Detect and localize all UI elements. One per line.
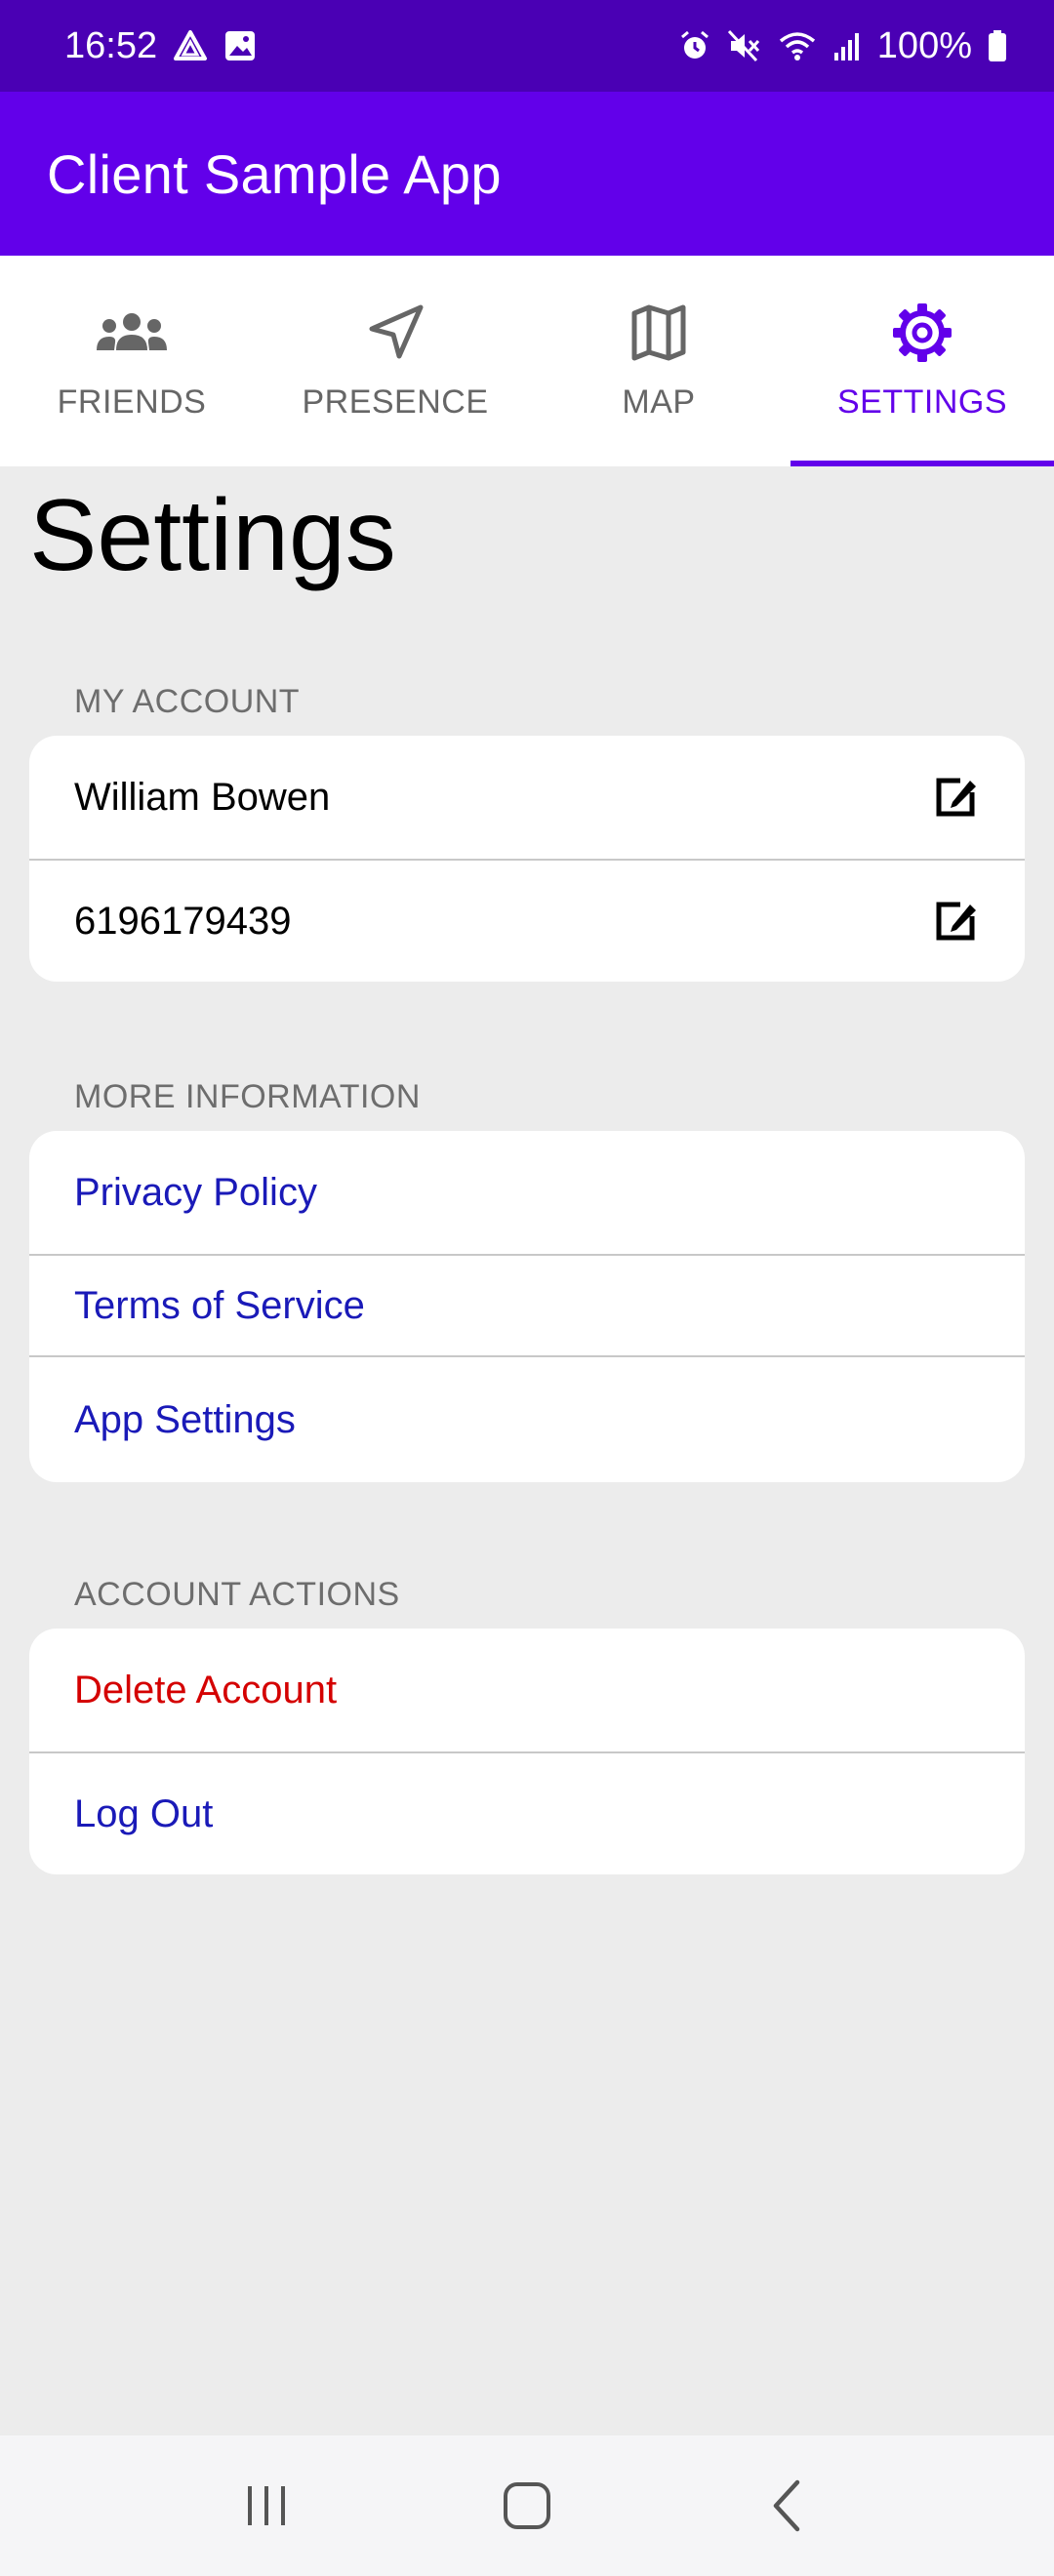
wifi-icon [778,29,817,62]
account-phone: 6196179439 [74,899,292,943]
status-right: 100% [678,25,1007,67]
tab-settings[interactable]: SETTINGS [790,256,1054,466]
page-title: Settings [29,479,396,592]
section-header-more-information: MORE INFORMATION [74,1078,421,1115]
account-phone-row[interactable]: 6196179439 [29,861,1025,982]
tab-label: SETTINGS [836,382,1008,421]
tab-presence[interactable]: PRESENCE [264,256,527,466]
alarm-icon [678,29,711,62]
mute-icon [727,29,762,62]
navigation-icon [366,302,425,364]
signal-icon [832,29,862,62]
app-settings-link[interactable]: App Settings [29,1357,1025,1482]
section-header-account-actions: ACCOUNT ACTIONS [74,1576,400,1613]
status-time: 16:52 [64,24,158,66]
edit-icon[interactable] [929,895,982,947]
status-left: 16:52 [64,25,257,67]
terms-of-service-link[interactable]: Terms of Service [29,1256,1025,1357]
tab-bar: FRIENDS PRESENCE MAP SETTINGS [0,256,1054,466]
battery-text: 100% [876,24,972,66]
system-nav-bar [0,2435,1054,2576]
tab-label: PRESENCE [302,382,489,421]
recent-apps-icon[interactable] [208,2457,325,2555]
delete-account-button[interactable]: Delete Account [29,1629,1025,1753]
edit-icon[interactable] [929,771,982,824]
back-icon[interactable] [729,2457,846,2555]
account-name: William Bowen [74,775,331,819]
home-icon[interactable] [468,2457,586,2555]
tab-friends[interactable]: FRIENDS [0,256,264,466]
image-icon [223,29,257,62]
map-icon [630,302,687,364]
privacy-policy-link[interactable]: Privacy Policy [29,1131,1025,1256]
more-information-card: Privacy Policy Terms of Service App Sett… [29,1131,1025,1482]
my-account-card: William Bowen 6196179439 [29,736,1025,982]
tab-map[interactable]: MAP [527,256,790,466]
app-title: Client Sample App [47,142,502,205]
account-name-row[interactable]: William Bowen [29,736,1025,861]
battery-icon [988,29,1007,62]
account-actions-card: Delete Account Log Out [29,1629,1025,1874]
status-bar: 16:52 100% [0,0,1054,92]
people-icon [95,302,169,364]
tab-label: MAP [622,382,696,421]
tab-label: FRIENDS [57,382,207,421]
section-header-my-account: MY ACCOUNT [74,683,301,720]
gear-icon [891,302,953,364]
app-bar: Client Sample App [0,92,1054,256]
drive-icon [173,29,208,62]
log-out-button[interactable]: Log Out [29,1753,1025,1874]
